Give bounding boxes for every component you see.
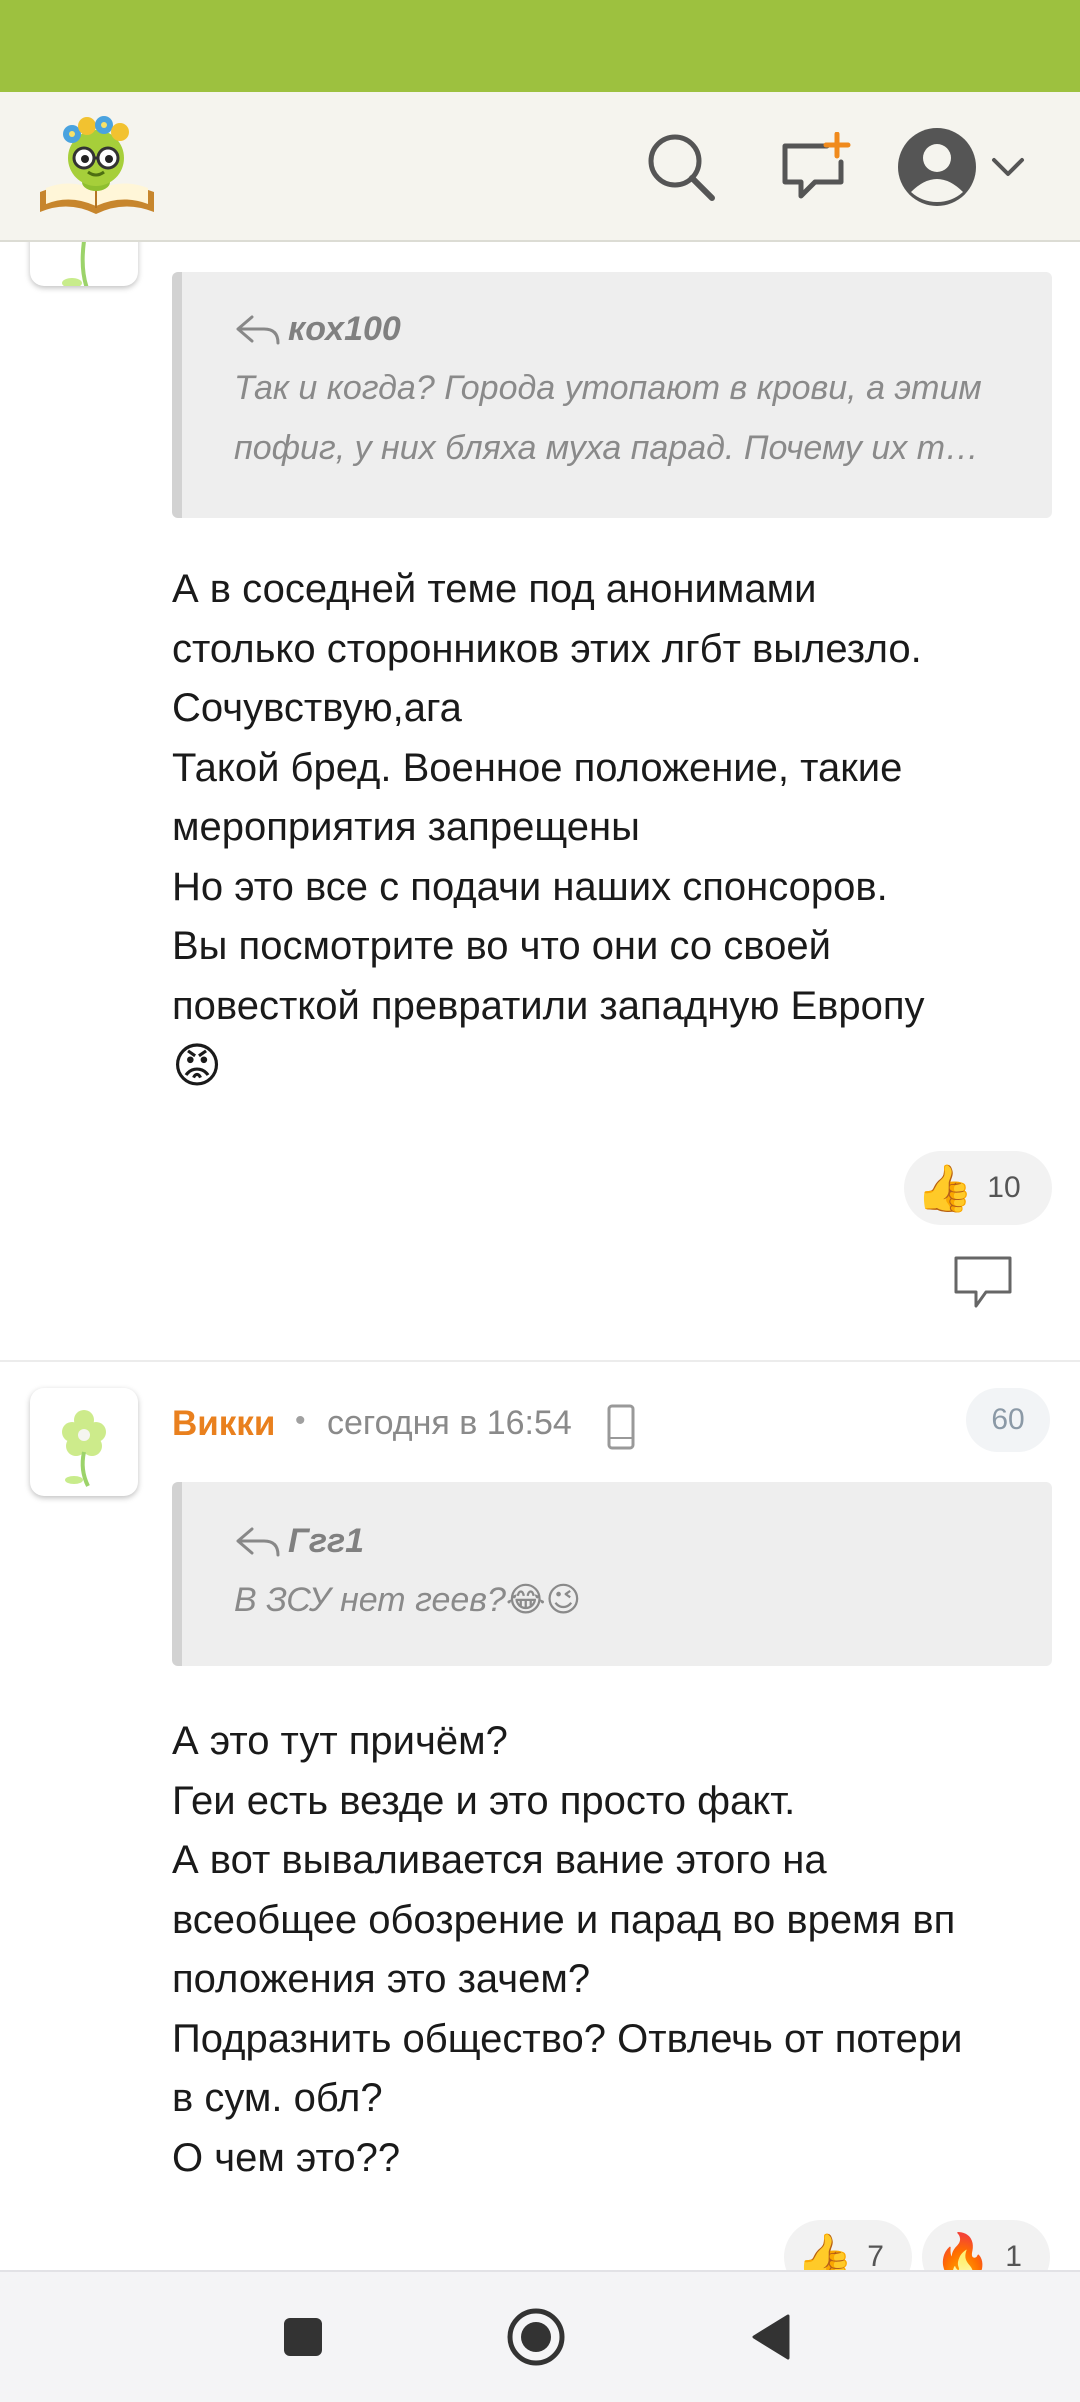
new-message-button[interactable] <box>770 122 860 212</box>
angry-face-emoji: 😡 <box>172 1040 223 1093</box>
reply-arrow-icon <box>236 315 280 344</box>
new-message-icon <box>782 132 851 199</box>
comment-avatar[interactable] <box>30 242 138 286</box>
thumbs-up-icon: 👍 <box>916 1162 974 1214</box>
quote-author-name: Ггг1 <box>288 1522 365 1560</box>
search-button[interactable] <box>636 122 726 212</box>
reply-button[interactable] <box>952 1254 1022 1314</box>
system-navigation-bar <box>0 2270 1080 2402</box>
search-icon <box>648 134 715 201</box>
recents-button[interactable] <box>268 2302 338 2372</box>
back-button[interactable] <box>736 2302 806 2372</box>
comment-divider <box>0 1360 1080 1362</box>
comment-bubble-icon <box>954 1256 1012 1308</box>
status-bar <box>0 0 1080 92</box>
quote-block: Ггг1 В ЗСУ нет геев?😂😉 <box>172 1482 1052 1666</box>
comment-avatar[interactable] <box>30 1388 138 1496</box>
profile-menu-button[interactable] <box>896 122 1046 212</box>
comments-feed[interactable]: кох100 Так и когда? Города утопают в кро… <box>0 242 1080 2270</box>
quote-author-name: кох100 <box>288 310 401 348</box>
like-reaction-button[interactable]: 👍 10 <box>904 1151 1052 1225</box>
quote-text: В ЗСУ нет геев?😂😉 <box>234 1581 582 1619</box>
fire-count: 1 <box>1005 2240 1022 2270</box>
square-recents-icon <box>284 2318 322 2356</box>
reply-arrow-icon <box>236 1527 280 1556</box>
quote-text: Так и когда? Города утопают в крови, а э… <box>234 369 982 467</box>
comment-time: сегодня в 16:54 <box>327 1404 572 1442</box>
quote-block: кох100 Так и когда? Города утопают в кро… <box>172 272 1052 518</box>
mobile-device-icon <box>607 1404 635 1450</box>
app-header <box>0 92 1080 242</box>
site-logo[interactable] <box>32 110 162 222</box>
comment-rating-badge: 60 <box>966 1388 1050 1452</box>
quote-author[interactable]: Ггг1 <box>234 1522 364 1561</box>
fire-icon: 🔥 <box>934 2231 992 2270</box>
like-count: 7 <box>867 2240 884 2270</box>
user-avatar-icon <box>898 128 976 206</box>
home-button[interactable] <box>501 2302 571 2372</box>
thumbs-up-icon: 👍 <box>796 2231 854 2270</box>
chevron-down-icon <box>992 158 1024 176</box>
clover-icon <box>62 1410 106 1487</box>
triangle-back-icon <box>752 2314 790 2360</box>
clover-icon <box>62 242 89 286</box>
comment-text: А это тут причём? Геи есть везде и это п… <box>172 1719 963 2180</box>
like-reaction-button[interactable]: 👍 7 <box>784 2220 912 2270</box>
circle-home-icon <box>507 2308 565 2366</box>
comment-text: А в соседней теме под анонимами столько … <box>172 567 925 1028</box>
fire-reaction-button[interactable]: 🔥 1 <box>922 2220 1050 2270</box>
quote-author[interactable]: кох100 <box>234 310 401 349</box>
comment-author-name[interactable]: Викки <box>172 1404 275 1444</box>
meta-separator: • <box>295 1404 306 1437</box>
like-count: 10 <box>987 1171 1021 1204</box>
